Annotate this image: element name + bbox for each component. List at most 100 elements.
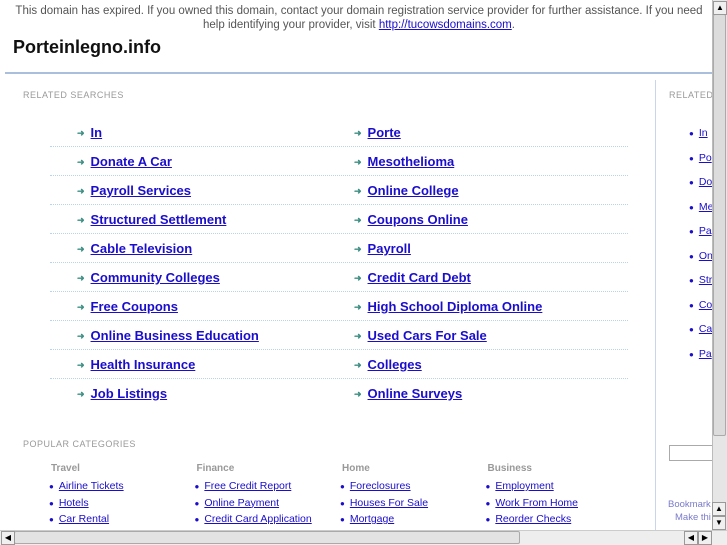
sidebar-item: ● Str — [689, 274, 712, 286]
category-item: ● Airline Tickets — [49, 480, 124, 497]
sidebar-search-input[interactable] — [669, 445, 712, 461]
right-sidebar: RELATED ● In ● Po ● Do ● Me ● Pa ● On ● Str ● Co ● Ca ● Pa … — [655, 80, 712, 530]
related-link[interactable]: Cable Television — [91, 241, 193, 256]
arrow-icon: ➜ — [354, 331, 362, 341]
related-item: ➜ Porte — [354, 125, 401, 140]
bullet-icon: ● — [689, 325, 694, 334]
bullet-icon: ● — [485, 498, 491, 508]
related-link[interactable]: Online College — [368, 183, 459, 198]
related-link[interactable]: In — [91, 125, 103, 140]
related-link[interactable]: Community Colleges — [91, 270, 220, 285]
category-link[interactable]: Car Rental — [59, 513, 109, 525]
arrow-icon: ➜ — [354, 157, 362, 167]
category-link[interactable]: Work From Home — [495, 497, 578, 509]
header-divider — [5, 72, 712, 74]
sidebar-link[interactable]: Po — [699, 152, 712, 164]
sidebar-link[interactable]: Pa — [699, 225, 712, 237]
bookmark-link[interactable]: Bookmark — [668, 499, 711, 510]
expired-notice: This domain has expired. If you owned th… — [15, 5, 703, 31]
sidebar-item: ● Me — [689, 201, 712, 213]
related-link[interactable]: Colleges — [368, 357, 422, 372]
related-link[interactable]: Online Business Education — [91, 328, 259, 343]
sidebar-item: ● Do — [689, 176, 712, 188]
related-item: ➜ Health Insurance — [77, 357, 195, 372]
category-link[interactable]: Free Credit Report — [204, 480, 291, 492]
sidebar-link[interactable]: In — [699, 127, 708, 139]
related-row: ➜ Cable Television ➜ Payroll — [50, 234, 628, 263]
scroll-right-icon[interactable]: ▶ — [698, 531, 712, 545]
arrow-icon: ➜ — [354, 128, 362, 138]
sidebar-link[interactable]: Str — [699, 274, 712, 286]
arrow-icon: ➜ — [354, 302, 362, 312]
related-link[interactable]: Porte — [368, 125, 401, 140]
related-link[interactable]: Coupons Online — [368, 212, 468, 227]
category-link[interactable]: Online Payment — [204, 497, 279, 509]
category-link[interactable]: Employment — [495, 480, 553, 492]
arrow-icon: ➜ — [354, 215, 362, 225]
category-title: Home — [342, 463, 370, 474]
inner-scroll-down-icon[interactable]: ▼ — [712, 516, 726, 530]
sidebar-item: ● In — [689, 127, 708, 139]
popular-categories-label: POPULAR CATEGORIES — [23, 439, 136, 449]
sidebar-link[interactable]: On — [699, 250, 712, 262]
related-item: ➜ Coupons Online — [354, 212, 468, 227]
related-item: ➜ Donate A Car — [77, 154, 172, 169]
category-link[interactable]: Hotels — [59, 497, 89, 509]
related-item: ➜ Online College — [354, 183, 459, 198]
category-home: Home ● Foreclosures ● Houses For Sale ● Mortga… — [340, 463, 428, 530]
sidebar-item: ● On — [689, 250, 712, 262]
related-link[interactable]: Donate A Car — [91, 154, 172, 169]
related-link[interactable]: Payroll Services — [91, 183, 191, 198]
category-link[interactable]: Credit Card Application — [204, 513, 311, 525]
related-link[interactable]: Payroll — [368, 241, 411, 256]
sidebar-link[interactable]: Co — [699, 299, 712, 311]
related-link[interactable]: Free Coupons — [91, 299, 178, 314]
related-link[interactable]: Credit Card Debt — [368, 270, 471, 285]
horizontal-scroll-thumb[interactable] — [14, 531, 520, 544]
category-item: ● Employment — [486, 480, 579, 497]
related-item: ➜ In — [77, 125, 102, 140]
sidebar-link[interactable]: Pa — [699, 348, 712, 360]
scroll-left-icon[interactable]: ◀ — [1, 531, 15, 545]
category-link[interactable]: Houses For Sale — [350, 497, 428, 509]
category-link[interactable]: Foreclosures — [350, 480, 411, 492]
arrow-icon: ➜ — [77, 389, 85, 399]
related-link[interactable]: High School Diploma Online — [368, 299, 543, 314]
related-item: ➜ Online Surveys — [354, 386, 462, 401]
sidebar-link[interactable]: Ca — [699, 323, 712, 335]
category-link[interactable]: Airline Tickets — [59, 480, 124, 492]
arrow-icon: ➜ — [77, 186, 85, 196]
page-title: Porteinlegno.info — [13, 37, 161, 57]
sidebar-link[interactable]: Do — [699, 176, 712, 188]
category-item: ● Foreclosures — [340, 480, 428, 497]
tucows-link[interactable]: http://tucowsdomains.com — [379, 19, 512, 31]
related-link[interactable]: Mesothelioma — [368, 154, 455, 169]
bullet-icon: ● — [194, 498, 200, 508]
related-item: ➜ Used Cars For Sale — [354, 328, 487, 343]
related-item: ➜ Free Coupons — [77, 299, 178, 314]
related-link[interactable]: Health Insurance — [91, 357, 196, 372]
related-link[interactable]: Job Listings — [91, 386, 168, 401]
inner-scroll-up-icon[interactable]: ▲ — [712, 502, 726, 516]
make-homepage-link[interactable]: Make thi — [675, 512, 711, 523]
bullet-icon: ● — [340, 515, 345, 524]
category-link[interactable]: Reorder Checks — [495, 513, 571, 525]
bullet-icon: ● — [689, 300, 694, 310]
scroll-up-icon[interactable]: ▲ — [713, 1, 727, 15]
related-link[interactable]: Online Surveys — [368, 386, 463, 401]
related-row: ➜ Online Business Education ➜ Used Cars For… — [50, 321, 628, 350]
related-link[interactable]: Used Cars For Sale — [368, 328, 487, 343]
sidebar-link[interactable]: Me — [699, 201, 712, 213]
arrow-icon: ➜ — [354, 273, 362, 283]
bullet-icon: ● — [340, 482, 345, 491]
vertical-scroll-thumb[interactable] — [713, 14, 726, 436]
category-link[interactable]: Mortgage — [350, 513, 394, 525]
bullet-icon: ● — [485, 515, 491, 524]
related-item: ➜ Structured Settlement — [77, 212, 226, 227]
related-item: ➜ Cable Television — [77, 241, 192, 256]
scroll-left-icon-2[interactable]: ◀ — [684, 531, 698, 545]
bullet-icon: ● — [689, 251, 694, 261]
related-item: ➜ Community Colleges — [77, 270, 220, 285]
related-link[interactable]: Structured Settlement — [91, 212, 227, 227]
related-item: ➜ Mesothelioma — [354, 154, 454, 169]
